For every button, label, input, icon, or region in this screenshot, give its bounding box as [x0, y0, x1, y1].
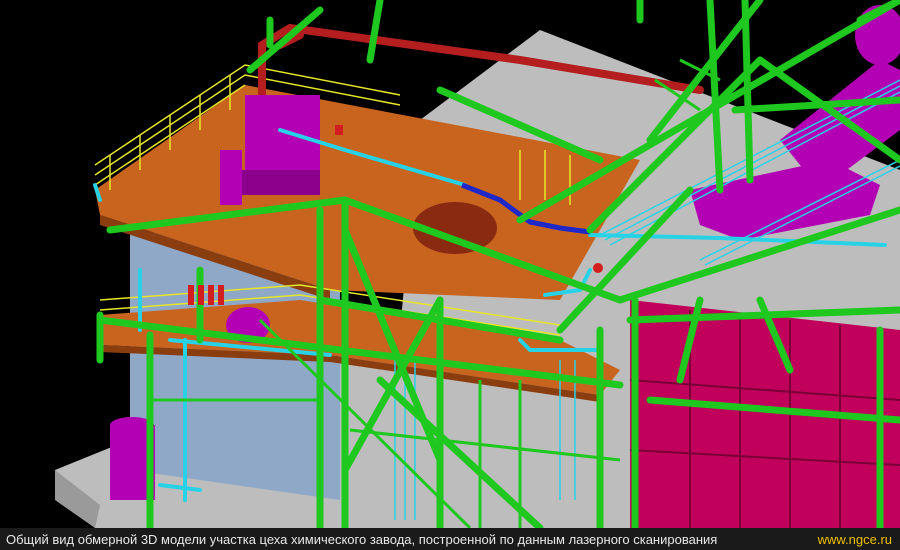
vessel-left	[220, 150, 242, 205]
plant-3d-model-view	[0, 0, 900, 528]
vessel-base	[240, 170, 320, 195]
caption-text: Общий вид обмерной 3D модели участка цех…	[6, 531, 718, 547]
caption-site-link[interactable]: www.ngce.ru	[818, 532, 892, 547]
caption-bar: Общий вид обмерной 3D модели участка цех…	[0, 528, 900, 550]
